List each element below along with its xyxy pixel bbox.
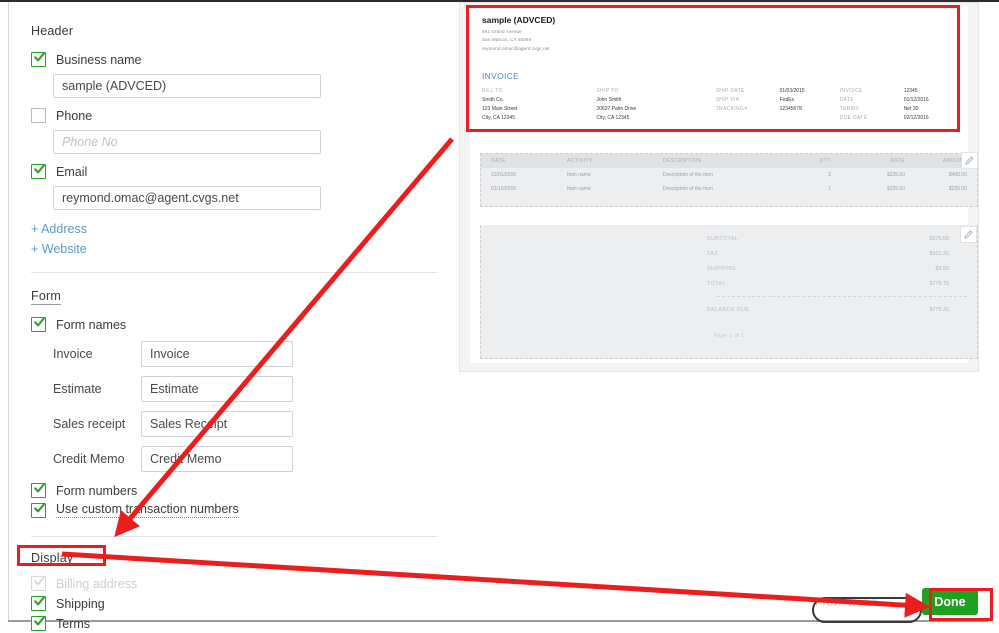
email-row[interactable]: Email [31,164,459,179]
balance-due-label: BALANCE DUE [707,306,750,313]
phone-input[interactable]: Phone No [53,130,321,154]
total-value: $779.75 [929,280,950,287]
shipping-total-value: $3.50 [935,265,950,272]
cell-date: 12/01/2016 [491,172,517,178]
check-icon [34,502,45,514]
form-name-row-credit-memo: Credit Memo Credit Memo [53,446,459,472]
col-header-qty: QTY [819,158,831,164]
custom-transaction-numbers-label: Use custom transaction numbers [56,502,239,518]
business-name-row[interactable]: Business name [31,52,459,67]
check-icon [34,164,45,175]
totals-row-shipping: SHIPPING $3.50 [707,261,959,276]
email-label: Email [56,164,88,179]
col-header-date: DATE [491,158,506,164]
annotation-box-shipping-checkbox [17,545,106,566]
invoice-name-input[interactable]: Invoice [141,341,293,367]
form-numbers-row[interactable]: Form numbers [31,483,459,498]
form-names-checkbox[interactable] [31,317,46,332]
table-filler [481,196,977,206]
add-website-link[interactable]: + Website [31,242,459,256]
check-icon [34,317,45,328]
form-name-row-invoice: Invoice Invoice [53,341,459,367]
phone-row[interactable]: Phone [31,108,459,123]
estimate-name-input[interactable]: Estimate [141,376,293,402]
sales-receipt-name-input[interactable]: Sales Receipt [141,411,293,437]
phone-checkbox[interactable] [31,108,46,123]
email-checkbox[interactable] [31,164,46,179]
page-footer-text: Page 1 of 1 [713,333,745,339]
custom-transaction-numbers-row[interactable]: Use custom transaction numbers [31,502,459,518]
check-icon [34,483,45,494]
totals-row-balance-due: BALANCE DUE $776.25 [707,302,959,317]
form-names-row[interactable]: Form names [31,317,459,332]
cell-qty: 1 [828,186,831,192]
form-numbers-label: Form numbers [56,483,138,498]
custom-transaction-numbers-checkbox[interactable] [31,502,46,518]
form-name-row-estimate: Estimate Estimate [53,376,459,402]
table-row: 01/12/2016 Item name Description of the … [481,182,977,196]
col-header-activity: ACTIVITY [567,158,593,164]
add-address-link[interactable]: + Address [31,222,459,236]
invoice-name-label: Invoice [53,347,93,361]
totals-section[interactable]: SUBTOTAL $675.00 TAX $101.25 SHIPPING $3… [480,225,978,359]
cell-rate: $225.00 [886,172,905,178]
business-name-input[interactable]: sample (ADVCED) [53,74,321,98]
app-root: Header Business name sample (ADVCED) Pho… [0,0,999,633]
cell-date: 01/12/2016 [491,186,517,192]
cell-activity: Item name [567,172,591,178]
estimate-name-label: Estimate [53,382,102,396]
form-name-row-sales-receipt: Sales receipt Sales Receipt [53,411,459,437]
shipping-total-label: SHIPPING [707,265,736,272]
section-divider-2 [31,536,437,537]
totals-row-subtotal: SUBTOTAL $675.00 [707,231,959,246]
credit-memo-name-input[interactable]: Credit Memo [141,446,293,472]
edit-table-pencil-icon[interactable] [961,152,978,169]
form-section-title: Form [31,289,61,305]
line-items-section: DATE ACTIVITY DESCRIPTION QTY RATE AMOUN… [480,152,978,207]
subtotal-value: $675.00 [929,235,950,242]
credit-memo-name-label: Credit Memo [53,452,125,466]
annotation-box-invoice-header [466,5,960,132]
header-section-title: Header [31,24,74,38]
cell-qty: 2 [828,172,831,178]
totals-row-total: TOTAL $779.75 [707,276,959,291]
annotation-box-done-button [929,588,993,621]
cell-description: Description of the item [663,172,713,178]
totals-row-tax: TAX $101.25 [707,246,959,261]
phone-label: Phone [56,108,93,123]
sales-receipt-name-label: Sales receipt [53,417,126,431]
line-items-table[interactable]: DATE ACTIVITY DESCRIPTION QTY RATE AMOUN… [480,153,978,207]
cell-description: Description of the item [663,186,713,192]
col-header-rate: RATE [890,158,905,164]
tax-value: $101.25 [929,250,950,257]
cell-rate: $225.00 [886,186,905,192]
subtotal-label: SUBTOTAL [707,235,739,242]
cell-amount: $450.00 [948,172,967,178]
email-input[interactable]: reymond.omac@agent.cvgs.net [53,186,321,210]
business-name-label: Business name [56,52,142,67]
form-numbers-checkbox[interactable] [31,483,46,498]
annotation-oval-preview-pdf [812,597,922,623]
table-row: 12/01/2016 Item name Description of the … [481,168,977,182]
tax-label: TAX [707,250,719,257]
check-icon [34,52,45,63]
balance-due-value: $776.25 [929,306,950,313]
col-header-description: DESCRIPTION [663,158,702,164]
business-name-checkbox[interactable] [31,52,46,67]
section-divider-1 [31,272,437,273]
form-names-label: Form names [56,317,127,332]
total-label: TOTAL [707,280,726,287]
settings-panel: Header Business name sample (ADVCED) Pho… [9,2,459,631]
cell-amount: $225.00 [948,186,967,192]
totals-separator [717,296,967,297]
cell-activity: Item name [567,186,591,192]
table-header-row: DATE ACTIVITY DESCRIPTION QTY RATE AMOUN… [481,154,977,168]
edit-totals-pencil-icon[interactable] [960,226,977,243]
